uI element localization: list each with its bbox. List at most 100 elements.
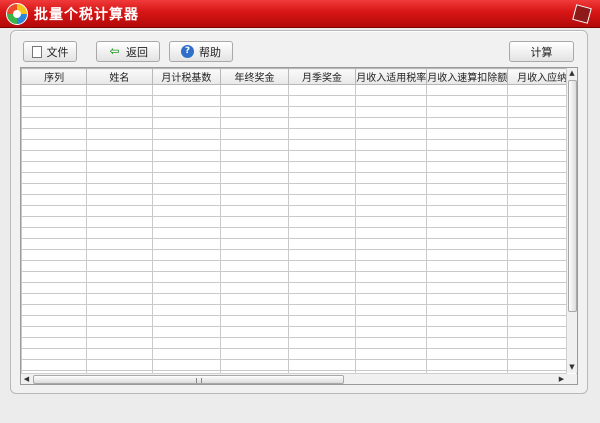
table-cell[interactable] xyxy=(86,348,153,360)
table-cell[interactable] xyxy=(355,84,428,96)
table-cell[interactable] xyxy=(151,128,222,140)
table-row[interactable] xyxy=(21,326,577,338)
table-cell[interactable] xyxy=(86,106,153,118)
table-cell[interactable] xyxy=(355,359,428,371)
table-cell[interactable] xyxy=(151,150,222,162)
table-row[interactable] xyxy=(21,95,577,107)
table-cell[interactable] xyxy=(21,161,88,173)
table-cell[interactable] xyxy=(21,139,88,151)
table-cell[interactable] xyxy=(220,84,289,96)
table-cell[interactable] xyxy=(86,304,153,316)
table-cell[interactable] xyxy=(151,194,222,206)
table-cell[interactable] xyxy=(86,337,153,349)
column-header[interactable]: 月季奖金 xyxy=(287,68,357,85)
table-cell[interactable] xyxy=(355,172,428,184)
table-cell[interactable] xyxy=(151,183,222,195)
table-cell[interactable] xyxy=(86,315,153,327)
table-cell[interactable] xyxy=(220,172,289,184)
table-cell[interactable] xyxy=(287,128,357,140)
table-cell[interactable] xyxy=(426,238,509,250)
table-cell[interactable] xyxy=(287,315,357,327)
table-cell[interactable] xyxy=(86,205,153,217)
table-row[interactable] xyxy=(21,359,577,371)
help-button[interactable]: ? 帮助 xyxy=(169,41,233,62)
table-cell[interactable] xyxy=(426,337,509,349)
column-header[interactable]: 序列 xyxy=(21,68,88,85)
table-cell[interactable] xyxy=(426,326,509,338)
table-cell[interactable] xyxy=(220,216,289,228)
table-cell[interactable] xyxy=(21,249,88,261)
table-cell[interactable] xyxy=(21,315,88,327)
table-cell[interactable] xyxy=(151,282,222,294)
table-cell[interactable] xyxy=(21,150,88,162)
table-cell[interactable] xyxy=(426,106,509,118)
table-row[interactable] xyxy=(21,315,577,327)
table-row[interactable] xyxy=(21,249,577,261)
table-row[interactable] xyxy=(21,183,577,195)
table-cell[interactable] xyxy=(86,139,153,151)
table-cell[interactable] xyxy=(287,348,357,360)
table-cell[interactable] xyxy=(355,304,428,316)
table-cell[interactable] xyxy=(151,161,222,173)
table-cell[interactable] xyxy=(220,227,289,239)
table-cell[interactable] xyxy=(151,293,222,305)
table-cell[interactable] xyxy=(355,348,428,360)
column-header[interactable]: 月收入速算扣除额 xyxy=(426,68,509,85)
table-cell[interactable] xyxy=(151,205,222,217)
window-corner-icon[interactable] xyxy=(572,4,592,24)
table-cell[interactable] xyxy=(151,249,222,261)
scroll-left-icon[interactable]: ◀ xyxy=(22,374,31,384)
table-cell[interactable] xyxy=(426,271,509,283)
table-cell[interactable] xyxy=(151,84,222,96)
table-cell[interactable] xyxy=(220,293,289,305)
table-cell[interactable] xyxy=(86,161,153,173)
table-row[interactable] xyxy=(21,205,577,217)
table-cell[interactable] xyxy=(287,282,357,294)
table-cell[interactable] xyxy=(355,205,428,217)
table-cell[interactable] xyxy=(220,282,289,294)
table-cell[interactable] xyxy=(287,271,357,283)
table-cell[interactable] xyxy=(287,194,357,206)
table-cell[interactable] xyxy=(151,315,222,327)
table-cell[interactable] xyxy=(86,117,153,129)
table-cell[interactable] xyxy=(21,95,88,107)
back-button[interactable]: ⇦ 返回 xyxy=(96,41,160,62)
table-cell[interactable] xyxy=(151,238,222,250)
table-cell[interactable] xyxy=(426,194,509,206)
table-cell[interactable] xyxy=(426,161,509,173)
table-cell[interactable] xyxy=(86,249,153,261)
column-header[interactable]: 月收入适用税率 xyxy=(355,68,428,85)
table-cell[interactable] xyxy=(355,227,428,239)
table-cell[interactable] xyxy=(21,293,88,305)
table-cell[interactable] xyxy=(287,304,357,316)
table-cell[interactable] xyxy=(21,227,88,239)
table-cell[interactable] xyxy=(426,249,509,261)
table-cell[interactable] xyxy=(151,326,222,338)
table-row[interactable] xyxy=(21,139,577,151)
table-cell[interactable] xyxy=(287,117,357,129)
table-cell[interactable] xyxy=(220,117,289,129)
table-cell[interactable] xyxy=(86,194,153,206)
table-cell[interactable] xyxy=(426,128,509,140)
table-cell[interactable] xyxy=(86,293,153,305)
table-cell[interactable] xyxy=(21,106,88,118)
table-cell[interactable] xyxy=(426,315,509,327)
table-cell[interactable] xyxy=(86,95,153,107)
table-cell[interactable] xyxy=(220,326,289,338)
table-cell[interactable] xyxy=(21,117,88,129)
table-cell[interactable] xyxy=(220,359,289,371)
table-cell[interactable] xyxy=(220,260,289,272)
table-row[interactable] xyxy=(21,172,577,184)
table-cell[interactable] xyxy=(355,337,428,349)
table-cell[interactable] xyxy=(426,293,509,305)
table-row[interactable] xyxy=(21,348,577,360)
table-cell[interactable] xyxy=(355,315,428,327)
table-cell[interactable] xyxy=(355,161,428,173)
table-cell[interactable] xyxy=(151,117,222,129)
table-cell[interactable] xyxy=(287,260,357,272)
table-cell[interactable] xyxy=(355,293,428,305)
table-cell[interactable] xyxy=(355,150,428,162)
table-cell[interactable] xyxy=(426,260,509,272)
table-row[interactable] xyxy=(21,304,577,316)
table-row[interactable] xyxy=(21,161,577,173)
